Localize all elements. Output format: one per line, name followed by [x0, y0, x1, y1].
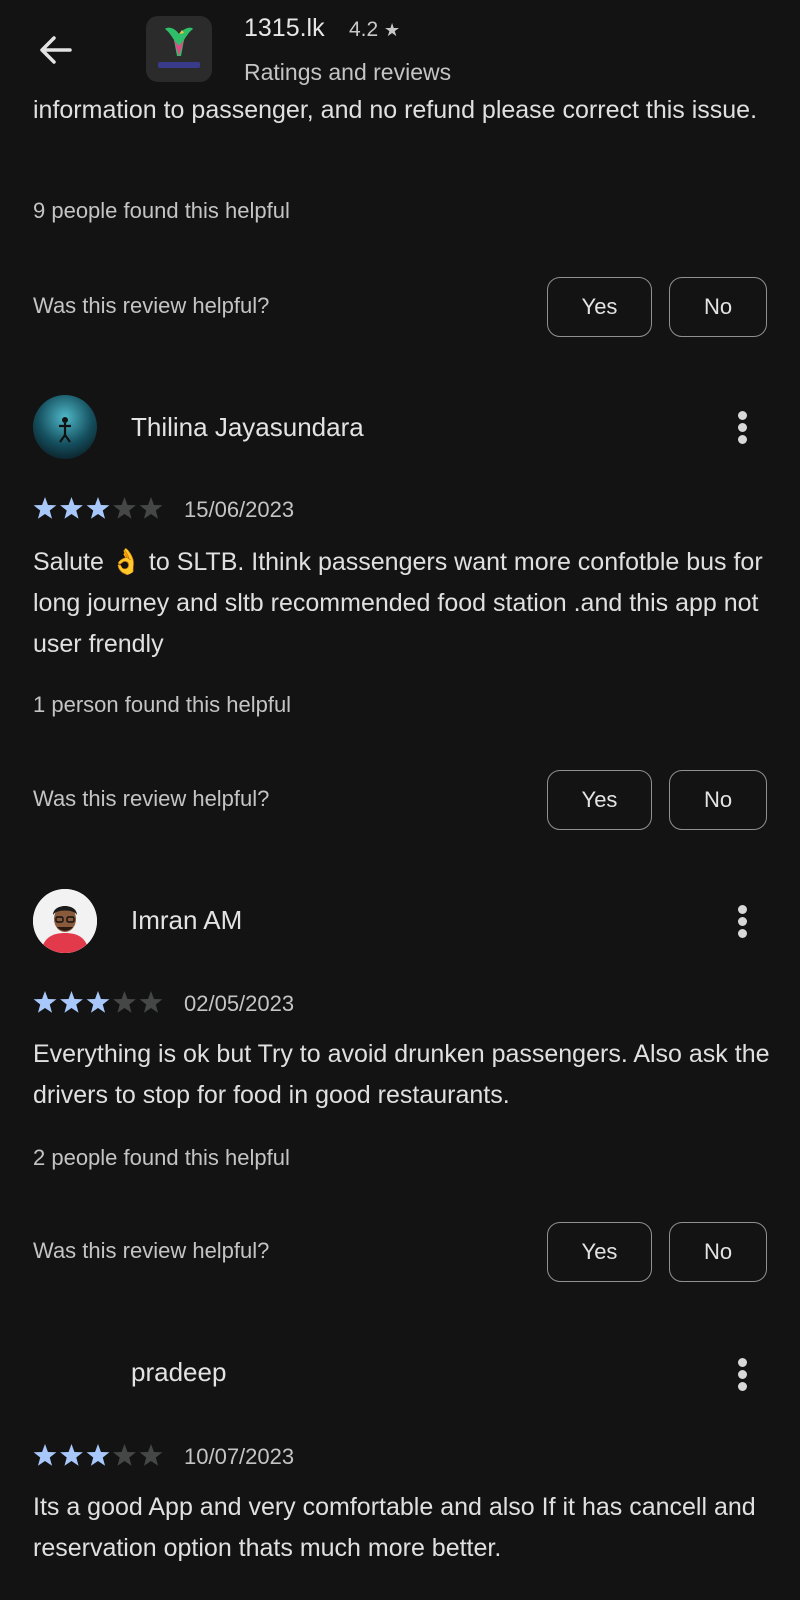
star-filled-icon	[33, 497, 57, 519]
reviewer-name: pradeep	[131, 1357, 227, 1387]
avatar	[33, 395, 97, 459]
helpful-question: Was this review helpful?	[33, 293, 270, 318]
helpful-no-button[interactable]: No	[669, 1222, 767, 1282]
more-options-button[interactable]	[728, 902, 758, 942]
star-filled-icon	[86, 497, 110, 519]
more-options-button[interactable]	[728, 1355, 758, 1395]
back-button[interactable]	[34, 28, 78, 72]
star-empty-icon	[113, 1444, 136, 1466]
page-subtitle: Ratings and reviews	[244, 59, 452, 85]
star-filled-icon	[60, 991, 83, 1013]
helpful-count: 9 people found this helpful	[33, 198, 290, 223]
helpful-no-button[interactable]: No	[669, 770, 767, 830]
helpful-count: 1 person found this helpful	[33, 692, 292, 717]
app-icon	[146, 16, 212, 82]
reviewer-name: Imran AM	[131, 905, 243, 935]
app-rating-value: 4.2	[349, 18, 379, 41]
review-text: Its a good App and very comfortable and …	[33, 1493, 756, 1562]
star-filled-icon	[60, 1444, 83, 1466]
star-filled-icon	[33, 991, 57, 1013]
star-empty-icon	[113, 497, 136, 519]
review-text: Salute 👌 to SLTB. Ithink passengers want…	[33, 548, 763, 658]
arrow-left-icon	[40, 36, 72, 64]
review-date: 10/07/2023	[184, 1444, 295, 1469]
helpful-question: Was this review helpful?	[33, 786, 270, 811]
review-text: Everything is ok but Try to avoid drunke…	[33, 1040, 770, 1109]
star-empty-icon	[139, 991, 163, 1013]
star-filled-icon	[33, 1444, 57, 1466]
star-empty-icon	[139, 497, 163, 519]
helpful-yes-button[interactable]: Yes	[547, 770, 652, 830]
star-filled-icon	[86, 991, 110, 1013]
helpful-yes-button[interactable]: Yes	[547, 277, 652, 337]
helpful-question: Was this review helpful?	[33, 1238, 270, 1263]
review-date: 15/06/2023	[184, 497, 295, 522]
more-vert-icon	[738, 905, 747, 914]
helpful-count: 2 people found this helpful	[33, 1145, 290, 1170]
star-empty-icon	[113, 991, 136, 1013]
star-rating	[33, 991, 163, 1013]
star-filled-icon	[86, 1444, 110, 1466]
more-vert-icon	[738, 411, 747, 420]
star-empty-icon	[139, 1444, 163, 1466]
star-rating	[33, 497, 163, 519]
helpful-no-button[interactable]: No	[669, 277, 767, 337]
review-date: 02/05/2023	[184, 991, 295, 1016]
more-vert-icon	[738, 1358, 747, 1367]
top-app-bar: 1315.lk 4.2 ★ Ratings and reviews	[0, 0, 800, 98]
reviewer-name: Thilina Jayasundara	[131, 412, 364, 442]
avatar	[33, 889, 97, 953]
app-name: 1315.lk	[244, 14, 325, 42]
more-options-button[interactable]	[728, 408, 758, 448]
star-rating	[33, 1444, 163, 1466]
star-filled-icon	[60, 497, 83, 519]
star-icon: ★	[384, 20, 401, 40]
helpful-yes-button[interactable]: Yes	[547, 1222, 652, 1282]
app-rating: 4.2 ★	[349, 18, 400, 42]
